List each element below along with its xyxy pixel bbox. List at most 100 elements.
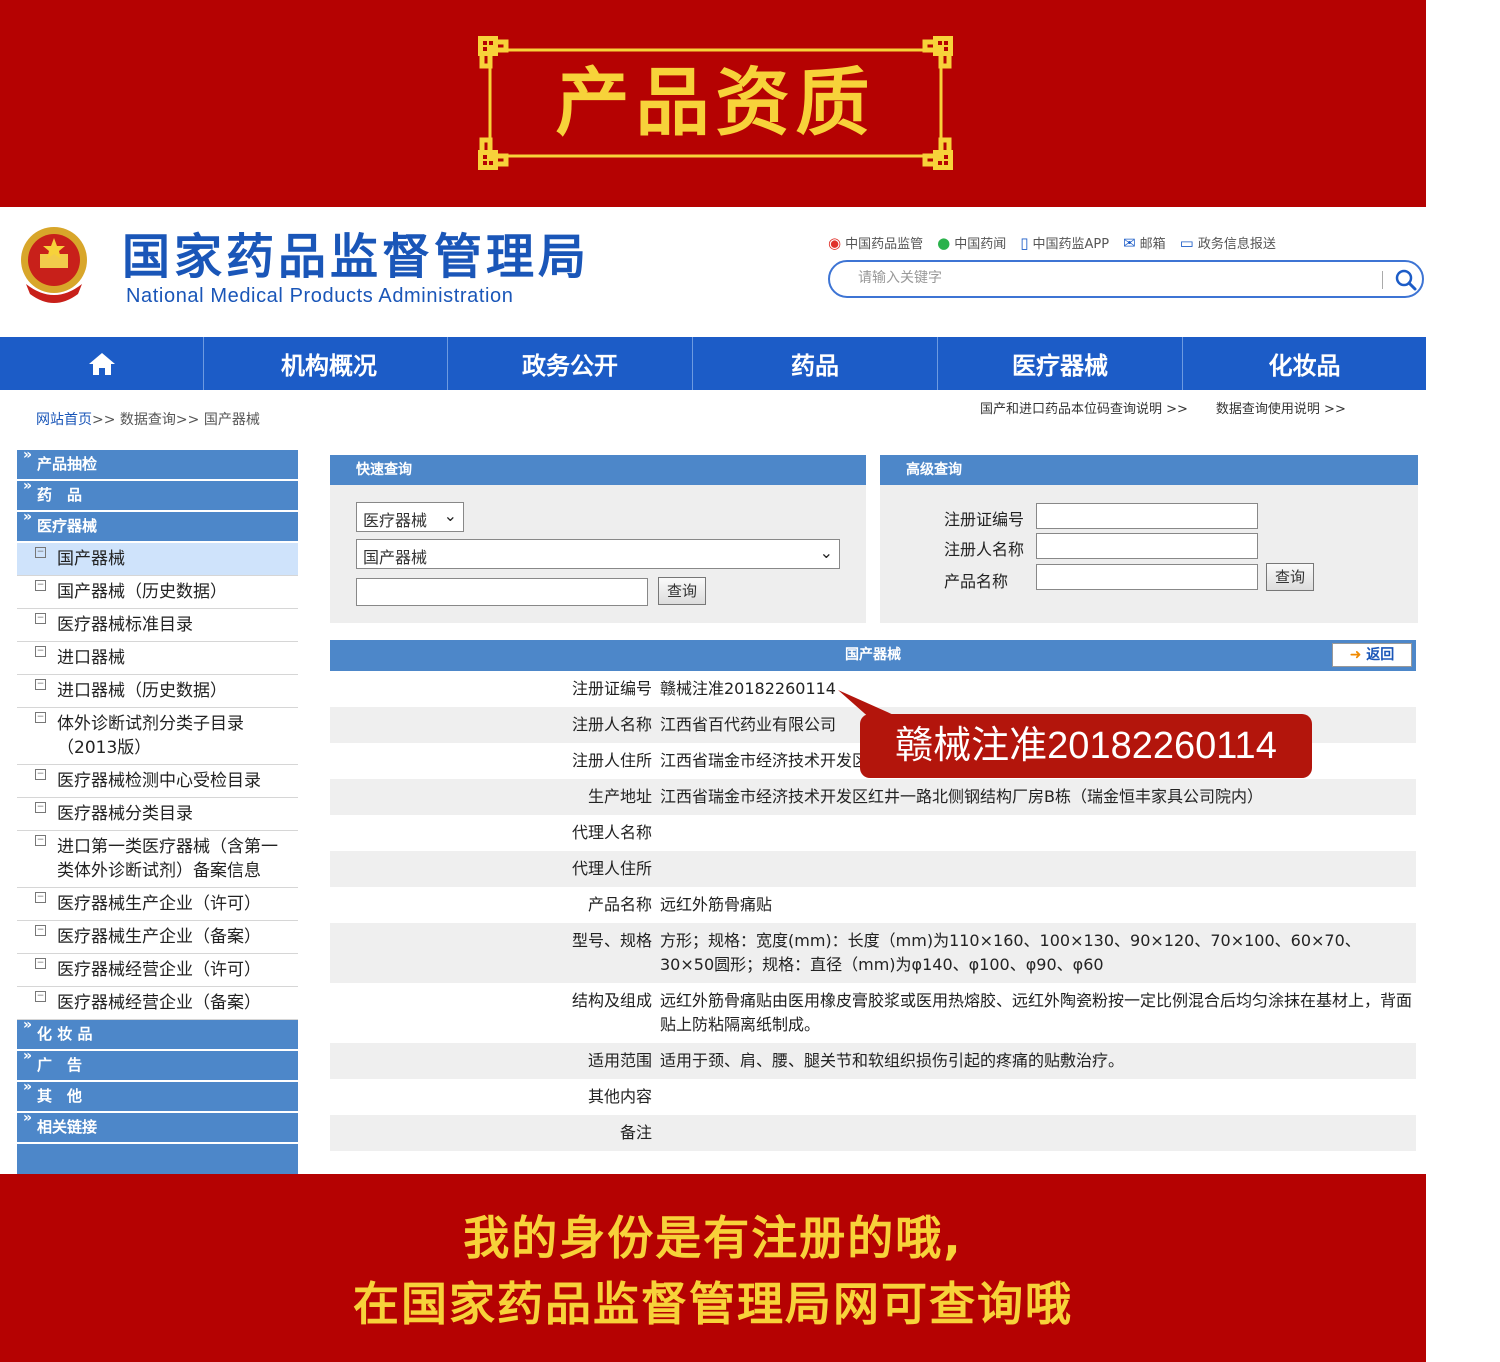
report-link[interactable]: ▭ 政务信息报送 (1180, 233, 1276, 253)
mail-link-label: 邮箱 (1139, 237, 1166, 252)
code-query-help-link[interactable]: 国产和进口药品本位码查询说明 >> (980, 398, 1188, 417)
advanced-query-panel: 高级查询 注册证编号 注册人名称 产品名称 查询 (880, 455, 1418, 623)
sidebar-item-manufacturer-filing[interactable]: − 医疗器械生产企业（备案） (17, 921, 298, 954)
app-link-label: 中国药监APP (1032, 237, 1110, 252)
breadcrumb-home-link[interactable]: 网站首页 (36, 412, 92, 428)
sidebar-item-ivd-catalog[interactable]: − 体外诊断试剂分类子目录（2013版） (17, 708, 298, 765)
search-input[interactable] (858, 270, 1338, 286)
sidebar-cat-ads[interactable]: 广 告 (17, 1042, 298, 1082)
sidebar-item-label: 医疗器械生产企业（许可） (57, 894, 261, 914)
sidebar-cat-links[interactable]: 相关链接 (17, 1104, 298, 1144)
back-button-label: 返回 (1366, 647, 1395, 663)
category-select-value: 医疗器械 (363, 511, 428, 530)
wechat-link[interactable]: ● 中国药闻 (937, 233, 1006, 253)
search-bar (828, 260, 1424, 298)
sidebar-item-distributor-filing[interactable]: − 医疗器械经营企业（备案） (17, 987, 298, 1020)
row-value: 远红外筋骨痛贴由医用橡皮膏胶浆或医用热熔胶、远红外陶瓷粉按一定比例混合后均匀涂抹… (660, 991, 1413, 1034)
national-emblem-logo[interactable] (16, 224, 92, 304)
app-link[interactable]: ▯ 中国药监APP (1020, 233, 1110, 253)
back-button[interactable]: ➜ 返回 (1332, 643, 1412, 667)
sidebar-item-label: 体外诊断试剂分类子目录（2013版） (57, 714, 244, 758)
site-header: 国家药品监督管理局 National Medical Products Admi… (0, 207, 1426, 337)
table-row: 结构及组成 远红外筋骨痛贴由医用橡皮膏胶浆或医用热熔胶、远红外陶瓷粉按一定比例混合… (330, 983, 1416, 1043)
row-label: 注册人住所 (571, 751, 652, 770)
arrow-right-icon: ➜ (1349, 647, 1362, 663)
site-subtitle: National Medical Products Administration (126, 285, 514, 307)
quick-query-title: 快速查询 (330, 455, 866, 485)
quick-query-input[interactable] (356, 578, 648, 606)
row-label: 代理人名称 (571, 823, 652, 842)
top-links: ◉ 中国药品监管 ● 中国药闻 ▯ 中国药监APP ✉ 邮箱 ▭ 政务信息报送 (828, 233, 1276, 253)
reg-number-field[interactable] (1036, 503, 1258, 529)
weibo-link[interactable]: ◉ 中国药品监管 (828, 233, 923, 253)
table-row: 适用范围 适用于颈、肩、腰、腿关节和软组织损伤引起的疼痛的贴敷治疗。 (330, 1043, 1416, 1079)
sidebar-cat-other[interactable]: 其 他 (17, 1073, 298, 1113)
sidebar-item-label: 医疗器械经营企业（许可） (57, 960, 261, 980)
row-label: 结构及组成 (571, 991, 652, 1010)
sidebar-item-label: 医疗器械检测中心受检目录 (57, 771, 261, 791)
sidebar-item-label: 国产器械 (57, 549, 125, 569)
bullet-icon: − (35, 802, 46, 813)
banner-title: 产品资质 (555, 60, 876, 146)
data-query-help-link[interactable]: 数据查询使用说明 >> (1216, 398, 1346, 417)
row-label: 代理人住所 (571, 859, 652, 878)
nav-item-cosmetics[interactable]: 化妆品 (1183, 337, 1426, 390)
sidebar-item-label: 医疗器械生产企业（备案） (57, 927, 261, 947)
sidebar-item-imported-devices[interactable]: − 进口器械 (17, 642, 298, 675)
table-row: 型号、规格 方形；规格：宽度(mm)：长度（mm)为110×160、100×130… (330, 923, 1416, 983)
sidebar-item-domestic-devices-history[interactable]: − 国产器械（历史数据） (17, 576, 298, 609)
bullet-icon: − (35, 892, 46, 903)
nav-item-drugs[interactable]: 药品 (693, 337, 938, 390)
row-value (656, 1115, 1416, 1151)
mail-icon: ✉ (1123, 233, 1136, 252)
nav-item-overview[interactable]: 机构概况 (204, 337, 448, 390)
sidebar-cat-drugs[interactable]: 药 品 (17, 472, 298, 512)
nav-item-gov-affairs[interactable]: 政务公开 (448, 337, 693, 390)
sidebar-cat-sampling[interactable]: 产品抽检 (17, 441, 298, 481)
sidebar-item-distributor-license[interactable]: − 医疗器械经营企业（许可） (17, 954, 298, 987)
subcategory-select[interactable]: 国产器械 ⌄ (356, 539, 840, 569)
product-name-label: 产品名称 (944, 572, 1009, 591)
sidebar-cat-devices[interactable]: 医疗器械 (17, 503, 298, 543)
bullet-icon: − (35, 712, 46, 723)
nav-home[interactable] (0, 337, 204, 390)
bullet-icon: − (35, 613, 46, 624)
sidebar-item-manufacturer-license[interactable]: − 医疗器械生产企业（许可） (17, 888, 298, 921)
reg-number-label: 注册证编号 (944, 510, 1025, 529)
advanced-query-button[interactable]: 查询 (1266, 563, 1314, 591)
sidebar-item-domestic-devices[interactable]: − 国产器械 (17, 543, 298, 576)
home-icon (88, 352, 115, 375)
title-frame: 产品资质 (478, 36, 953, 170)
sidebar-item-imported-class1-filing[interactable]: − 进口第一类医疗器械（含第一类体外诊断试剂）备案信息 (17, 831, 298, 888)
bullet-icon: − (35, 991, 46, 1002)
nav-item-devices[interactable]: 医疗器械 (938, 337, 1183, 390)
row-value (656, 1079, 1416, 1115)
bullet-icon: − (35, 769, 46, 780)
row-label: 型号、规格 (571, 931, 652, 950)
mail-link[interactable]: ✉ 邮箱 (1123, 233, 1166, 253)
registrant-field[interactable] (1036, 533, 1258, 559)
sidebar-item-label: 进口器械 (57, 648, 125, 668)
sidebar-item-standards-catalog[interactable]: − 医疗器械标准目录 (17, 609, 298, 642)
quick-query-panel: 快速查询 医疗器械 ⌄ 国产器械 ⌄ 查询 (330, 455, 866, 623)
sidebar-cat-cosmetics[interactable]: 化 妆 品 (17, 1011, 298, 1051)
product-name-field[interactable] (1036, 564, 1258, 590)
subcategory-select-value: 国产器械 (363, 548, 428, 567)
row-value: 远红外筋骨痛贴 (660, 895, 773, 914)
breadcrumb-path: >> 数据查询>> 国产器械 (92, 412, 260, 428)
sidebar-item-classification-catalog[interactable]: − 医疗器械分类目录 (17, 798, 298, 831)
sidebar-item-testing-center-catalog[interactable]: − 医疗器械检测中心受检目录 (17, 765, 298, 798)
row-value: 赣械注准20182260114 (660, 679, 836, 698)
bullet-icon: − (35, 580, 46, 591)
row-value: 方形；规格：宽度(mm)：长度（mm)为110×160、100×130、90×1… (660, 931, 1361, 974)
search-icon[interactable] (1392, 266, 1420, 294)
sidebar-item-imported-devices-history[interactable]: − 进口器械（历史数据） (17, 675, 298, 708)
main-nav: 机构概况 政务公开 药品 医疗器械 化妆品 (0, 337, 1426, 390)
chevron-down-icon: ⌄ (443, 506, 457, 525)
category-select[interactable]: 医疗器械 ⌄ (356, 502, 464, 532)
report-link-label: 政务信息报送 (1197, 237, 1276, 252)
bullet-icon: − (35, 547, 46, 558)
row-value (656, 851, 1416, 887)
quick-query-button[interactable]: 查询 (658, 577, 706, 605)
site-title[interactable]: 国家药品监督管理局 (122, 229, 590, 285)
